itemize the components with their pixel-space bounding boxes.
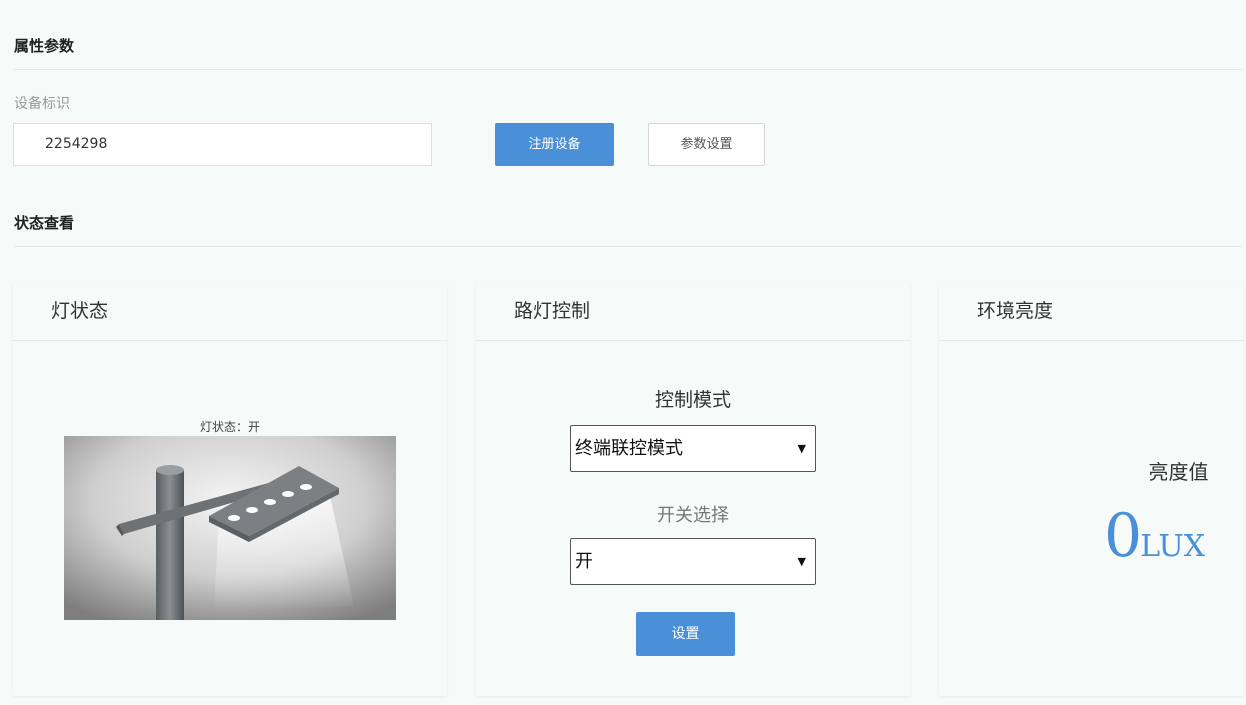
device-id-label: 设备标识 [14, 96, 70, 112]
ambient-brightness-card: 环境亮度 亮度值 0LUX [939, 283, 1244, 696]
lamp-control-card: 路灯控制 控制模式 终端联控模式 ▼ 开关选择 开 ▼ 设置 [476, 283, 910, 696]
control-mode-select[interactable]: 终端联控模式 ▼ [570, 425, 816, 472]
lamp-status-caption: 灯状态：开 [199, 420, 260, 434]
status-divider [14, 246, 1242, 247]
brightness-reading: 0LUX [1104, 501, 1205, 571]
control-mode-select-value: 终端联控模式 [575, 438, 683, 459]
chevron-down-icon: ▼ [797, 555, 806, 568]
status-section-title: 状态查看 [14, 214, 75, 232]
attributes-divider [14, 69, 1242, 70]
street-lamp-image [64, 436, 396, 620]
switch-select-label: 开关选择 [657, 505, 729, 526]
brightness-value-label: 亮度值 [1148, 460, 1209, 484]
lamp-status-card: 灯状态 灯状态：开 [13, 283, 447, 696]
brightness-unit: LUX [1140, 529, 1206, 564]
register-device-button[interactable]: 注册设备 [495, 123, 614, 166]
device-id-input[interactable]: 2254298 [13, 123, 432, 166]
lamp-status-card-title: 灯状态 [13, 283, 447, 341]
set-button[interactable]: 设置 [636, 612, 735, 656]
brightness-number: 0 [1104, 501, 1143, 571]
attributes-section-title: 属性参数 [14, 37, 75, 55]
switch-select[interactable]: 开 ▼ [570, 538, 816, 585]
chevron-down-icon: ▼ [797, 442, 806, 455]
lamp-control-card-title: 路灯控制 [476, 283, 910, 341]
parameter-settings-button[interactable]: 参数设置 [648, 123, 765, 166]
switch-select-value: 开 [575, 551, 593, 572]
ambient-brightness-card-title: 环境亮度 [939, 283, 1244, 341]
control-mode-label: 控制模式 [654, 389, 731, 411]
